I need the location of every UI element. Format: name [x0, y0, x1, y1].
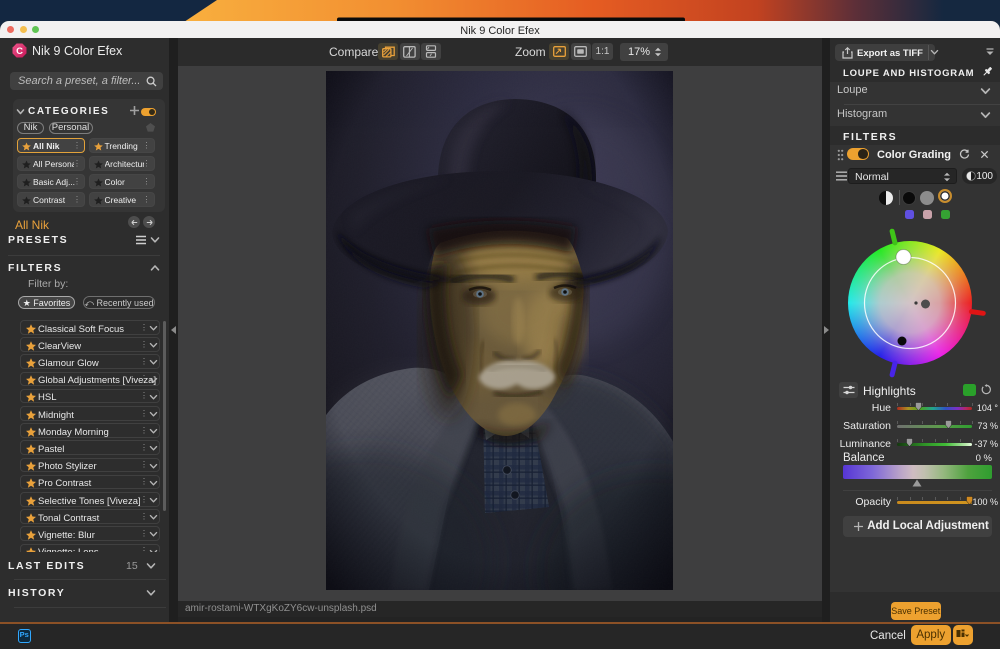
svg-text:C: C [16, 46, 23, 57]
